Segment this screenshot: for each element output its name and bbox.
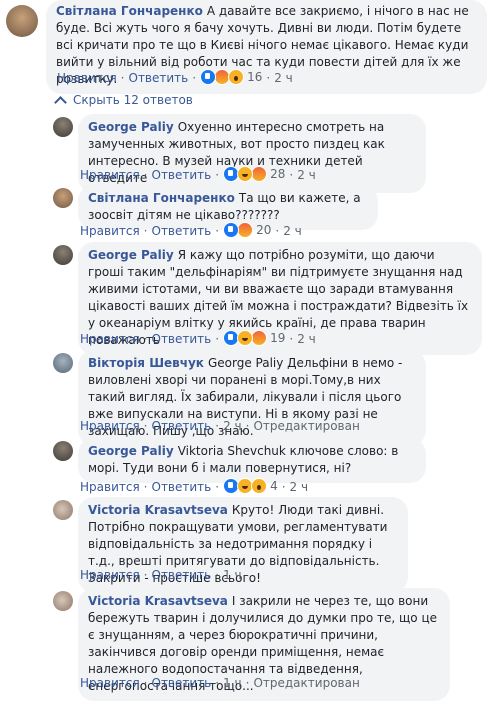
comment-author[interactable]: Світлана Гончаренко [56, 4, 203, 18]
like-button[interactable]: Нравится [80, 480, 140, 494]
angry-reaction-icon [251, 166, 268, 182]
reaction-count: 20 [256, 223, 272, 237]
reply-button[interactable]: Ответить [152, 419, 212, 433]
like-reaction-icon [223, 222, 240, 238]
haha-reaction-icon [237, 330, 254, 346]
comment-actions: Нравится · Ответить · 1 ч [80, 568, 242, 582]
reactions-summary[interactable]: 20 [223, 222, 271, 238]
reactions-summary[interactable]: 28 [223, 166, 285, 182]
comment-actions: Нравится · Ответить · 2 ч · Отредактирован [80, 419, 360, 433]
reply-button[interactable]: Ответить [152, 676, 212, 690]
comment-actions: Нравится · Ответить · 16 · 2 ч [57, 69, 293, 85]
reaction-count: 4 [270, 479, 278, 493]
avatar[interactable] [53, 188, 73, 208]
like-button[interactable]: Нравится [80, 568, 140, 582]
timestamp[interactable]: 2 ч [297, 332, 316, 346]
comment-author[interactable]: George Paliy [88, 120, 174, 134]
avatar[interactable] [6, 5, 38, 37]
chevron-up-icon [54, 95, 67, 109]
timestamp[interactable]: 2 ч [283, 224, 302, 238]
comment-actions: Нравится · Ответить · 19 · 2 ч [80, 330, 316, 346]
reactions-summary[interactable]: 4 [223, 478, 278, 494]
comment-actions: Нравится · Ответить · 28 · 2 ч [80, 166, 316, 182]
angry-reaction-icon [237, 222, 254, 238]
comment-author[interactable]: Victoria Krasavtseva [88, 503, 228, 517]
like-button[interactable]: Нравится [80, 676, 140, 690]
comment-author[interactable]: Вікторія Шевчук [88, 356, 204, 370]
avatar[interactable] [53, 591, 73, 611]
timestamp[interactable]: 2 ч [274, 71, 293, 85]
comment-actions: Нравится · Ответить · 4 · 2 ч [80, 478, 309, 494]
timestamp[interactable]: 1 ч [223, 568, 242, 582]
reply-button[interactable]: Ответить [152, 224, 212, 238]
avatar[interactable] [53, 441, 73, 461]
reply-comment: George Paliy Viktoria Shevchuk ключове сл… [53, 438, 426, 483]
angry-reaction-icon [251, 330, 268, 346]
reactions-summary[interactable]: 16 [200, 69, 262, 85]
like-button[interactable]: Нравится [80, 224, 140, 238]
edited-label[interactable]: Отредактирован [253, 419, 359, 433]
avatar[interactable] [53, 353, 73, 373]
reply-button[interactable]: Ответить [152, 332, 212, 346]
like-button[interactable]: Нравится [80, 168, 140, 182]
reaction-count: 16 [247, 70, 263, 84]
reaction-count: 19 [270, 331, 286, 345]
like-reaction-icon [200, 69, 217, 85]
avatar[interactable] [53, 117, 73, 137]
comment-actions: Нравится · Ответить · 20 · 2 ч [80, 222, 302, 238]
timestamp[interactable]: 2 ч [223, 419, 242, 433]
wow-reaction-icon [251, 478, 268, 494]
avatar[interactable] [53, 500, 73, 520]
edited-label[interactable]: Отредактирован [253, 676, 359, 690]
reply-button[interactable]: Ответить [152, 568, 212, 582]
reply-button[interactable]: Ответить [129, 71, 189, 85]
hide-replies-link[interactable]: Скрыть 12 ответов [54, 93, 193, 109]
comment-bubble: George Paliy Viktoria Shevchuk ключове сл… [78, 438, 426, 483]
reactions-summary[interactable]: 19 [223, 330, 285, 346]
comment-author[interactable]: Victoria Krasavtseva [88, 594, 228, 608]
reply-button[interactable]: Ответить [152, 480, 212, 494]
reply-button[interactable]: Ответить [152, 168, 212, 182]
wow-reaction-icon [228, 69, 245, 85]
like-button[interactable]: Нравится [80, 419, 140, 433]
like-button[interactable]: Нравится [57, 71, 117, 85]
like-button[interactable]: Нравится [80, 332, 140, 346]
avatar[interactable] [53, 245, 73, 265]
haha-reaction-icon [237, 166, 254, 182]
comment-author[interactable]: George Paliy [88, 248, 174, 262]
comment-author[interactable]: Світлана Гончаренко [88, 191, 235, 205]
hide-replies-label: Скрыть 12 ответов [73, 93, 193, 107]
timestamp[interactable]: 2 ч [297, 168, 316, 182]
comment-author[interactable]: George Paliy [88, 444, 174, 458]
reaction-count: 28 [270, 167, 286, 181]
comment-actions: Нравится · Ответить · 1 ч · Отредактирован [80, 676, 360, 690]
timestamp[interactable]: 2 ч [290, 480, 309, 494]
timestamp[interactable]: 1 ч [223, 676, 242, 690]
